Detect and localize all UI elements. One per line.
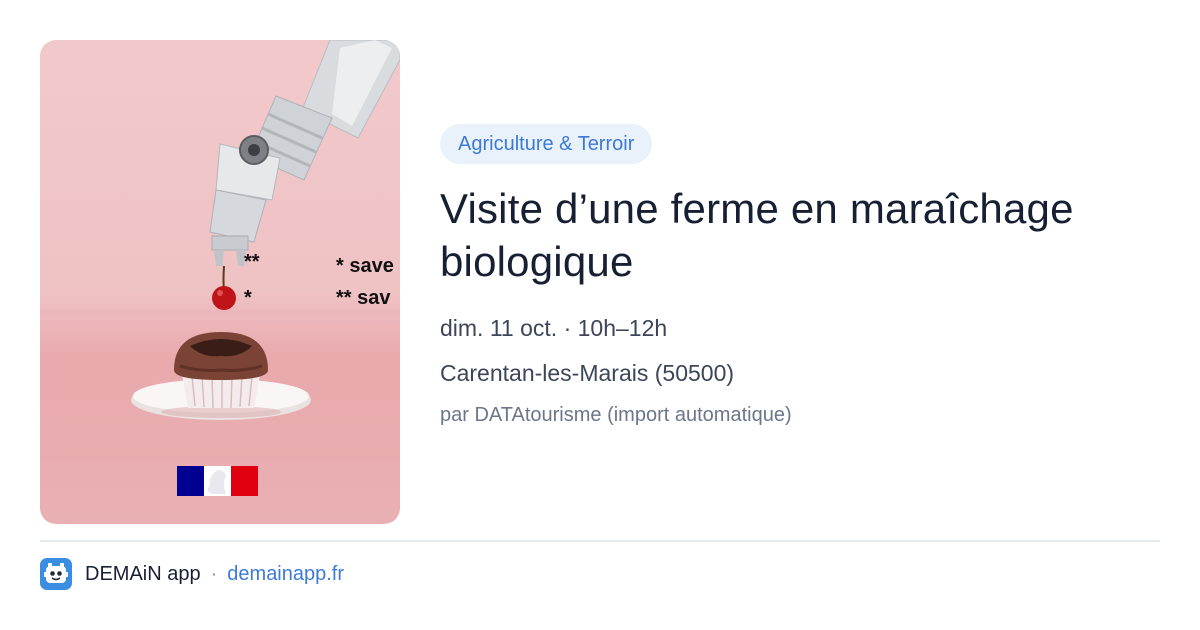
- asterisk-mark: **: [244, 251, 260, 273]
- event-source: par DATAtourisme (import automatique): [440, 404, 792, 426]
- category-badge[interactable]: Agriculture & Terroir: [440, 124, 653, 164]
- event-image[interactable]: ** * * save ** sav: [40, 40, 400, 524]
- app-url-link[interactable]: demainapp.fr: [227, 563, 344, 586]
- app-logo-icon: [40, 558, 72, 590]
- footer-divider: [40, 540, 1160, 542]
- footer-separator: ·: [210, 562, 218, 585]
- cropped-caption: ** sav: [336, 287, 391, 309]
- event-share-card: ** * * save ** sav Agriculture & Terroir…: [0, 0, 1200, 630]
- event-location: Carentan-les-Marais (50500): [440, 360, 735, 386]
- event-title[interactable]: Visite d’une ferme en maraîchage biologi…: [440, 182, 1160, 288]
- app-name: DEMAiN app: [85, 562, 201, 585]
- asterisk-mark: *: [244, 287, 252, 309]
- robot-arm-muffin-illustration: [40, 40, 400, 496]
- event-datetime: dim. 11 oct. · 10h–12h: [440, 315, 668, 341]
- footer: DEMAiN app · demainapp.fr: [40, 558, 344, 590]
- cropped-caption: * save: [336, 255, 394, 277]
